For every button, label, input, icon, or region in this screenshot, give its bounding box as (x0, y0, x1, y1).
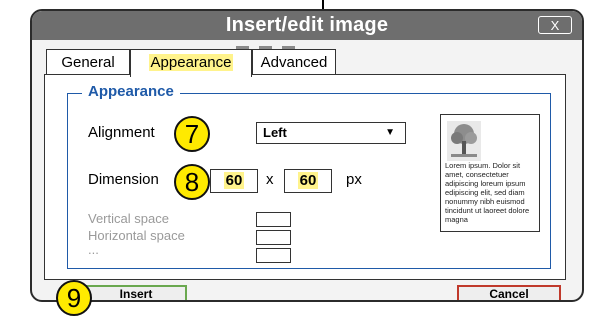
callout-badge-9: 9 (56, 280, 92, 316)
callout-badge-8: 8 (174, 164, 210, 200)
dialog-titlebar: Insert/edit image X (32, 11, 582, 40)
dimension-separator: x (266, 171, 274, 188)
insert-button[interactable]: Insert (85, 285, 187, 300)
tab-advanced[interactable]: Advanced (252, 49, 336, 75)
appearance-legend: Appearance (82, 83, 180, 100)
tab-advanced-label: Advanced (260, 54, 328, 71)
vertical-space-input[interactable] (256, 212, 291, 227)
height-input[interactable]: 60 (284, 169, 332, 193)
preview-text: Lorem ipsum. Dolor sit amet, consectetue… (445, 161, 530, 224)
more-options-input[interactable] (256, 248, 291, 263)
alignment-select[interactable]: Left ▼ (256, 122, 406, 144)
height-value: 60 (297, 172, 319, 189)
horizontal-space-label: Horizontal space (88, 228, 185, 243)
tab-general-label: General (61, 54, 115, 71)
cancel-button[interactable]: Cancel (457, 285, 561, 300)
tab-panel: Appearance Alignment Left ▼ Dimension 60… (44, 74, 566, 280)
tab-appearance-label: Appearance (148, 54, 234, 71)
tab-general[interactable]: General (46, 49, 130, 75)
alignment-label: Alignment (88, 124, 155, 141)
insert-edit-image-dialog: Insert/edit image X General Appearance A… (30, 9, 584, 302)
callout-badge-7: 7 (174, 116, 210, 152)
more-options-label: ... (88, 242, 99, 257)
tab-appearance[interactable]: Appearance (130, 49, 252, 77)
alignment-value: Left (263, 125, 287, 140)
image-preview: Lorem ipsum. Dolor sit amet, consectetue… (440, 114, 540, 232)
dialog-title: Insert/edit image (225, 14, 389, 36)
appearance-fieldset: Appearance Alignment Left ▼ Dimension 60… (67, 83, 551, 269)
vertical-space-label: Vertical space (88, 211, 169, 226)
close-button[interactable]: X (538, 16, 572, 34)
dimension-unit: px (346, 171, 362, 188)
width-value: 60 (223, 172, 245, 189)
dropdown-arrow-icon: ▼ (385, 127, 395, 138)
horizontal-space-input[interactable] (256, 230, 291, 245)
width-input[interactable]: 60 (210, 169, 258, 193)
dimensions-label: Dimension (88, 171, 159, 188)
tree-image-icon (447, 121, 481, 161)
